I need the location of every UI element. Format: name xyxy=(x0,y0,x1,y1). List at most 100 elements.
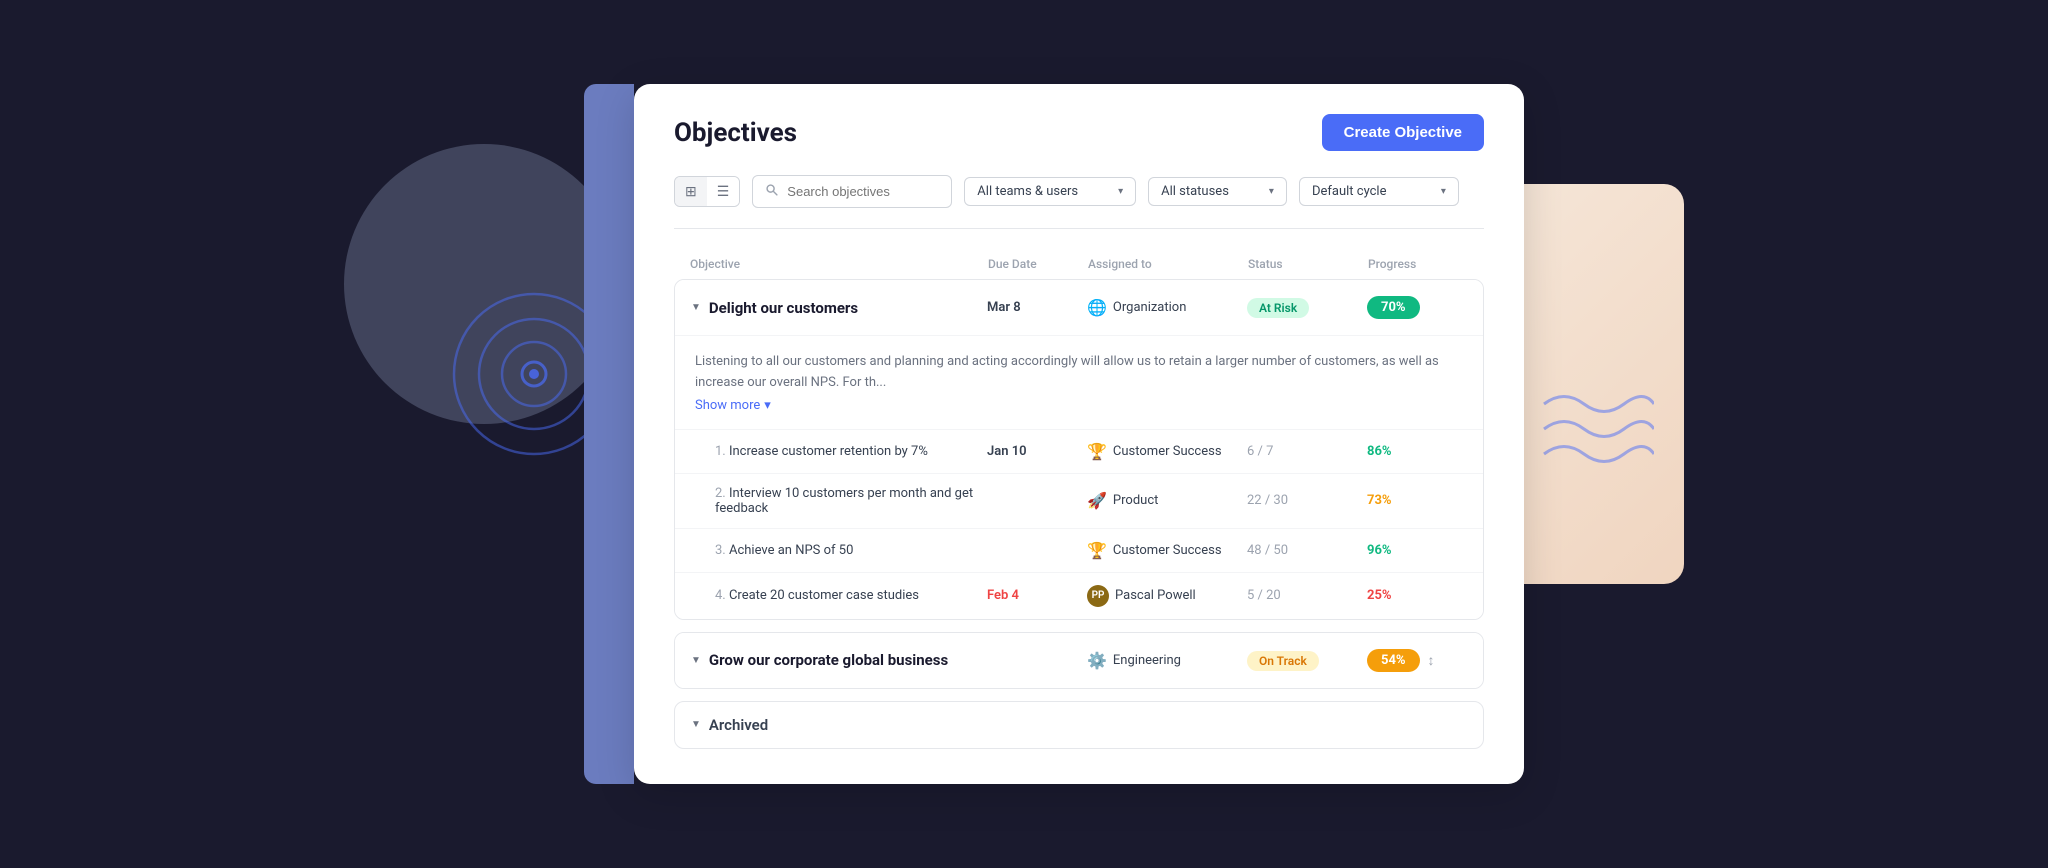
chevron-down-icon: ▾ xyxy=(1441,186,1446,197)
grid-view-button[interactable]: ⊞ xyxy=(675,177,707,206)
page-header: Objectives Create Objective xyxy=(674,114,1484,151)
cycle-filter[interactable]: Default cycle ▾ xyxy=(1299,177,1459,206)
list-view-button[interactable]: ☰ xyxy=(707,177,740,206)
kr-row-2: 2. Interview 10 customers per month and … xyxy=(675,473,1483,528)
table-headers: Objective Due Date Assigned to Status Pr… xyxy=(674,257,1484,279)
sort-icon: ↕ xyxy=(1428,652,1435,669)
objective-assigned-1: 🌐 Organization xyxy=(1087,298,1247,317)
col-header-assigned: Assigned to xyxy=(1088,257,1248,271)
progress-badge-2: 54% xyxy=(1367,649,1420,672)
objective-status-1: At Risk xyxy=(1247,297,1367,318)
kr-progress-3: 96% xyxy=(1367,543,1467,558)
kr-name-1: Increase customer retention by 7% xyxy=(729,444,928,459)
objective-title-1: ▼ Delight our customers xyxy=(691,299,987,317)
kr-score-2: 22 / 30 xyxy=(1247,493,1367,508)
archived-row[interactable]: ▼ Archived xyxy=(674,701,1484,749)
trophy-icon-2: 🏆 xyxy=(1087,541,1107,560)
kr-assignee-2: Product xyxy=(1113,493,1158,508)
col-header-progress: Progress xyxy=(1368,257,1468,271)
objective-due-date-1: Mar 8 xyxy=(987,300,1087,315)
objective-assigned-2: ⚙️ Engineering xyxy=(1087,651,1247,670)
collapse-icon: ▼ xyxy=(691,302,701,313)
key-results-list-1: 1. Increase customer retention by 7% Jan… xyxy=(675,429,1483,619)
search-box xyxy=(752,175,952,208)
col-header-due-date: Due Date xyxy=(988,257,1088,271)
kr-due-4: Feb 4 xyxy=(987,588,1087,603)
screen-wrapper: Objectives Create Objective ⊞ ☰ All team… xyxy=(424,84,1624,784)
objective-status-2: On Track xyxy=(1247,650,1367,671)
chevron-down-icon: ▾ xyxy=(764,398,771,413)
kr-assignee-4: Pascal Powell xyxy=(1115,588,1196,603)
kr-name-4: Create 20 customer case studies xyxy=(729,588,919,603)
collapse-icon-2: ▼ xyxy=(691,655,701,666)
kr-assigned-2: 🚀 Product xyxy=(1087,491,1247,510)
org-icon: 🌐 xyxy=(1087,298,1107,317)
chevron-down-icon: ▾ xyxy=(1118,186,1123,197)
kr-score-4: 5 / 20 xyxy=(1247,588,1367,603)
kr-assignee-3: Customer Success xyxy=(1113,543,1222,558)
gear-icon: ⚙️ xyxy=(1087,651,1107,670)
main-panel: Objectives Create Objective ⊞ ☰ All team… xyxy=(634,84,1524,784)
col-header-objective: Objective xyxy=(690,257,988,271)
sidebar-strip xyxy=(584,84,634,784)
show-more-button[interactable]: Show more ▾ xyxy=(695,398,771,413)
objective-progress-2-wrapper: 54% ↕ xyxy=(1367,649,1467,672)
kr-index-4: 4. xyxy=(715,588,726,603)
teams-filter[interactable]: All teams & users ▾ xyxy=(964,177,1136,206)
status-filter[interactable]: All statuses ▾ xyxy=(1148,177,1287,206)
objective-title-2: ▼ Grow our corporate global business xyxy=(691,651,987,669)
cycle-filter-label: Default cycle xyxy=(1312,184,1387,199)
page-title: Objectives xyxy=(674,118,797,148)
chevron-down-icon: ▾ xyxy=(1269,186,1274,197)
objective-progress-1: 70% xyxy=(1367,296,1467,319)
archived-label: Archived xyxy=(709,716,768,734)
kr-assignee-1: Customer Success xyxy=(1113,444,1222,459)
objective-group-2: ▼ Grow our corporate global business ⚙️ … xyxy=(674,632,1484,689)
kr-index-2: 2. xyxy=(715,486,726,501)
create-objective-button[interactable]: Create Objective xyxy=(1322,114,1484,151)
kr-progress-4: 25% xyxy=(1367,588,1467,603)
objective-name-2: Grow our corporate global business xyxy=(709,651,948,669)
search-icon xyxy=(765,182,779,201)
toolbar: ⊞ ☰ All teams & users ▾ All statuses ▾ xyxy=(674,175,1484,229)
objective-row-2[interactable]: ▼ Grow our corporate global business ⚙️ … xyxy=(675,633,1483,688)
objective-group-1: ▼ Delight our customers Mar 8 🌐 Organiza… xyxy=(674,279,1484,620)
kr-title-1: 1. Increase customer retention by 7% xyxy=(715,444,987,459)
kr-name-3: Achieve an NPS of 50 xyxy=(729,543,853,558)
objective-row-1[interactable]: ▼ Delight our customers Mar 8 🌐 Organiza… xyxy=(675,280,1483,335)
kr-row-4: 4. Create 20 customer case studies Feb 4… xyxy=(675,572,1483,619)
kr-score-1: 6 / 7 xyxy=(1247,444,1367,459)
kr-name-2: Interview 10 customers per month and get… xyxy=(715,486,973,516)
objective-assignee-name-2: Engineering xyxy=(1113,653,1181,668)
kr-progress-2: 73% xyxy=(1367,493,1467,508)
kr-assigned-1: 🏆 Customer Success xyxy=(1087,442,1247,461)
show-more-label: Show more xyxy=(695,398,760,413)
status-badge-1: At Risk xyxy=(1247,298,1309,318)
progress-badge-1: 70% xyxy=(1367,296,1420,319)
objective-assignee-name-1: Organization xyxy=(1113,300,1186,315)
kr-assigned-3: 🏆 Customer Success xyxy=(1087,541,1247,560)
kr-title-2: 2. Interview 10 customers per month and … xyxy=(715,486,987,516)
status-filter-label: All statuses xyxy=(1161,184,1229,199)
kr-index-1: 1. xyxy=(715,444,726,459)
search-input[interactable] xyxy=(787,184,939,199)
archived-collapse-icon: ▼ xyxy=(691,719,701,730)
rocket-icon: 🚀 xyxy=(1087,491,1107,510)
kr-score-3: 48 / 50 xyxy=(1247,543,1367,558)
trophy-icon: 🏆 xyxy=(1087,442,1107,461)
kr-due-1: Jan 10 xyxy=(987,444,1087,459)
objective-name-1: Delight our customers xyxy=(709,299,858,317)
kr-row-1: 1. Increase customer retention by 7% Jan… xyxy=(675,429,1483,473)
col-header-status: Status xyxy=(1248,257,1368,271)
kr-title-4: 4. Create 20 customer case studies xyxy=(715,588,987,603)
bg-decoration-waves xyxy=(1534,384,1654,488)
kr-row-3: 3. Achieve an NPS of 50 🏆 Customer Succe… xyxy=(675,528,1483,572)
view-toggle: ⊞ ☰ xyxy=(674,176,740,207)
kr-assigned-4: PP Pascal Powell xyxy=(1087,585,1247,607)
description-text-1: Listening to all our customers and plann… xyxy=(695,352,1463,394)
kr-index-3: 3. xyxy=(715,543,726,558)
objective-description-1: Listening to all our customers and plann… xyxy=(675,335,1483,429)
teams-filter-label: All teams & users xyxy=(977,184,1078,199)
kr-title-3: 3. Achieve an NPS of 50 xyxy=(715,543,987,558)
kr-progress-1: 86% xyxy=(1367,444,1467,459)
